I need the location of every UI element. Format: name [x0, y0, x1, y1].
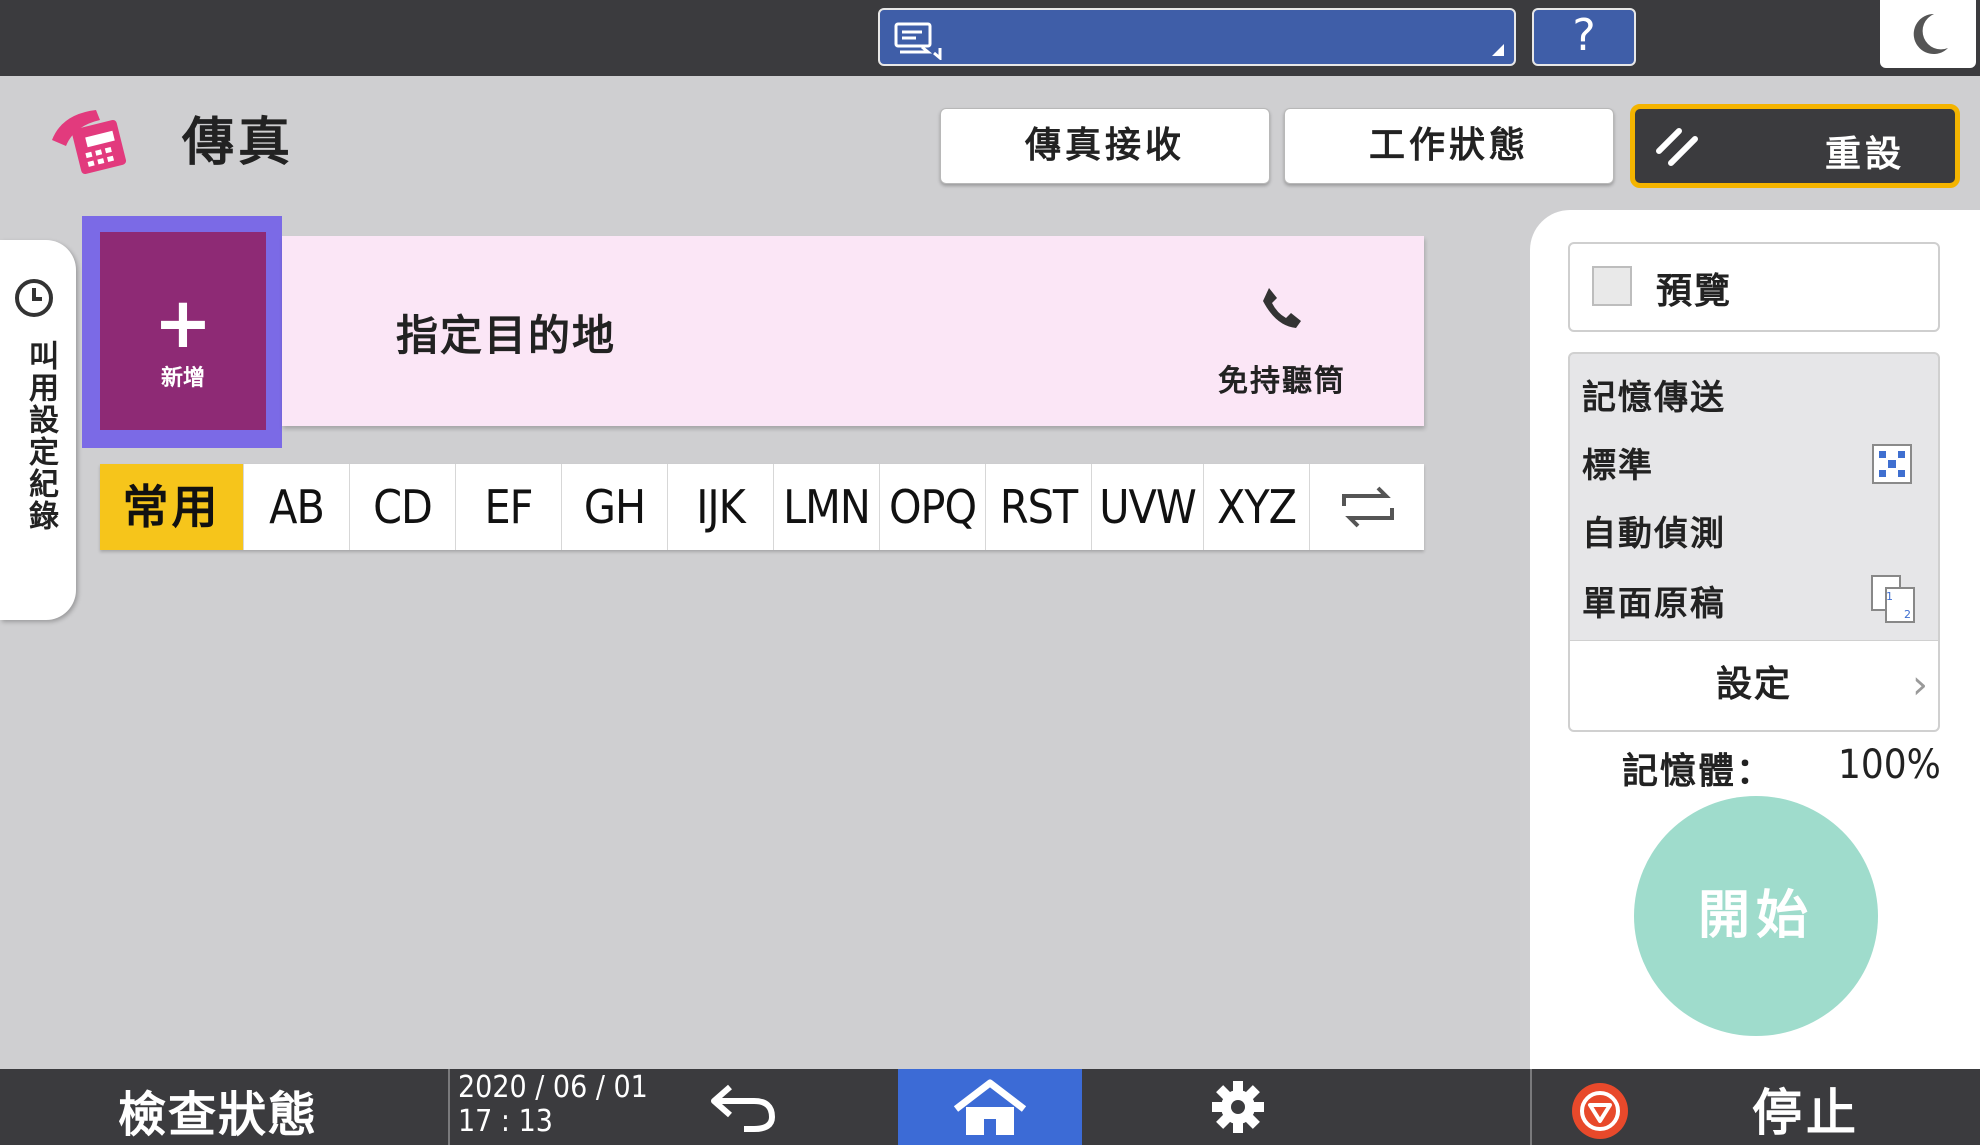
index-tab-ijk[interactable]: IJK: [668, 464, 774, 550]
check-status-button[interactable]: 檢查狀態: [118, 1075, 318, 1145]
index-tab-frequent[interactable]: 常用: [100, 464, 244, 550]
date-text: 2020 / 06 / 01: [458, 1070, 648, 1105]
preview-option[interactable]: 預覽: [1568, 242, 1940, 332]
memory-value: 100%: [1838, 742, 1941, 788]
transmission-mode: 記憶傳送: [1582, 378, 1726, 418]
original-type-setting: 單面原稿: [1582, 584, 1726, 624]
chevron-right-icon: ›: [1912, 662, 1930, 708]
settings-button[interactable]: 設定 ›: [1568, 640, 1940, 732]
add-destination-button[interactable]: + 新增: [100, 232, 266, 430]
energy-saver-button[interactable]: [1880, 0, 1976, 68]
settings-summary[interactable]: 記憶傳送 標準 自動偵測 單面原稿 1 2: [1568, 352, 1940, 642]
index-tab-bar: 常用 AB CD EF GH IJK LMN OPQ RST UVW XYZ: [100, 464, 1424, 550]
one-sided-original-icon: 1 2: [1871, 575, 1915, 623]
stop-icon[interactable]: [1570, 1081, 1630, 1141]
home-icon: [953, 1079, 1027, 1135]
back-arrow-icon[interactable]: [706, 1079, 782, 1135]
job-status-button[interactable]: 工作狀態: [1284, 108, 1614, 184]
switch-index-button[interactable]: [1310, 464, 1424, 550]
settings-label: 設定: [1715, 664, 1792, 705]
index-tab-uvw[interactable]: UVW: [1092, 464, 1204, 550]
resolution-icon: [1872, 444, 1912, 484]
index-tab-gh[interactable]: GH: [562, 464, 668, 550]
clock-icon: [15, 279, 53, 317]
svg-text:1: 1: [1886, 590, 1893, 603]
page-title: 傳真: [182, 113, 295, 173]
resolution-setting: 標準: [1582, 446, 1654, 486]
reset-icon: [1656, 128, 1698, 166]
preview-label: 預覽: [1656, 271, 1733, 312]
handsfree-button[interactable]: 免持聽筒: [1182, 282, 1382, 400]
fax-app-icon: [52, 110, 127, 175]
handsfree-label: 免持聽筒: [1218, 364, 1346, 399]
top-bar: ?: [0, 0, 1980, 76]
index-tab-ef[interactable]: EF: [456, 464, 562, 550]
reset-button[interactable]: 重設: [1630, 104, 1960, 188]
fax-receive-button[interactable]: 傳真接收: [940, 108, 1270, 184]
divider: [448, 1069, 450, 1145]
moon-icon: [1913, 13, 1948, 54]
expand-corner-icon: [1492, 44, 1504, 56]
bottom-bar: 檢查狀態 2020 / 06 / 01 17 : 13 停止: [0, 1069, 1980, 1145]
gear-icon[interactable]: [1210, 1079, 1266, 1135]
destination-panel[interactable]: 指定目的地 免持聽筒: [282, 236, 1424, 426]
home-button[interactable]: [898, 1069, 1082, 1145]
index-tab-rst[interactable]: RST: [986, 464, 1092, 550]
preview-checkbox[interactable]: [1592, 266, 1632, 306]
swap-arrows-icon: [1342, 486, 1394, 528]
plus-icon: +: [153, 282, 213, 364]
index-tab-opq[interactable]: OPQ: [880, 464, 986, 550]
setting-history-tab[interactable]: 叫用設定紀錄: [0, 240, 76, 620]
divider: [1530, 1069, 1532, 1145]
setting-history-label: 叫用設定紀錄: [23, 340, 58, 532]
destination-prompt: 指定目的地: [396, 311, 617, 360]
time-text: 17 : 13: [458, 1104, 553, 1139]
device-connection-icon: [894, 22, 942, 60]
help-button[interactable]: ?: [1532, 8, 1636, 66]
stop-button[interactable]: 停止: [1752, 1073, 1860, 1145]
index-tab-cd[interactable]: CD: [350, 464, 456, 550]
svg-text:2: 2: [1904, 608, 1911, 621]
start-button[interactable]: 開始: [1634, 796, 1878, 1036]
reset-label: 重設: [1824, 134, 1905, 175]
phone-icon: [1263, 288, 1301, 328]
index-tab-lmn[interactable]: LMN: [774, 464, 880, 550]
device-status-field[interactable]: [878, 8, 1516, 66]
memory-label: 記憶體：: [1622, 751, 1775, 792]
index-tab-ab[interactable]: AB: [244, 464, 350, 550]
date-time: 2020 / 06 / 01 17 : 13: [458, 1071, 648, 1139]
index-tab-xyz[interactable]: XYZ: [1204, 464, 1310, 550]
add-label: 新增: [160, 366, 205, 391]
density-setting: 自動偵測: [1582, 514, 1726, 554]
